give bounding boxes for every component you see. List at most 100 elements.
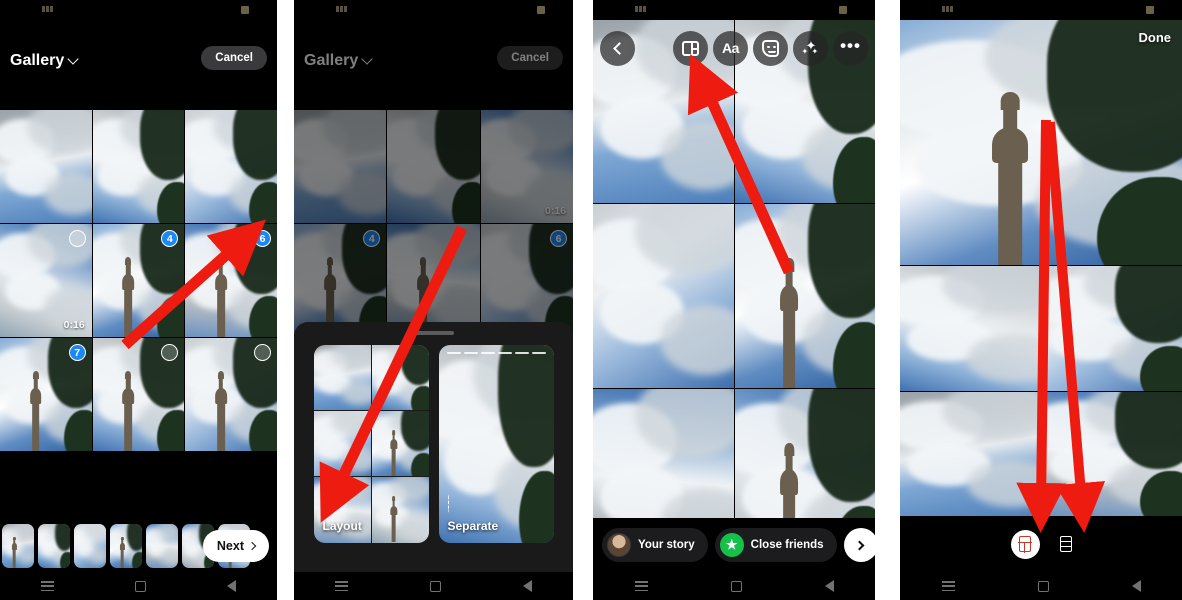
gallery-thumbnail[interactable] bbox=[0, 110, 92, 223]
screenshot-strip: Gallery Cancel 0:16 4 6 7 Next Layout Se… bbox=[0, 0, 1182, 600]
filmstrip-thumb[interactable] bbox=[110, 524, 142, 568]
android-nav-bar bbox=[294, 572, 573, 600]
collage-grid[interactable] bbox=[593, 20, 875, 572]
recents-icon[interactable] bbox=[634, 581, 648, 591]
gallery-thumbnail[interactable]: 4 bbox=[92, 224, 185, 337]
back-button[interactable] bbox=[600, 30, 635, 66]
status-right-icons bbox=[1146, 6, 1154, 14]
gallery-thumbnail[interactable] bbox=[185, 338, 277, 451]
story-share-footer: Your story ★ Close friends bbox=[593, 518, 875, 572]
collage-tile[interactable] bbox=[734, 204, 875, 388]
minaret-shape bbox=[387, 429, 400, 477]
text-button[interactable]: Aa bbox=[713, 30, 748, 66]
recents-icon[interactable] bbox=[335, 581, 348, 591]
done-button[interactable]: Done bbox=[1139, 30, 1172, 45]
minaret-shape bbox=[387, 495, 400, 543]
picker-header: Gallery Cancel bbox=[0, 20, 277, 78]
status-bar bbox=[900, 0, 1182, 20]
foliage-shape bbox=[60, 552, 70, 568]
preview-tile bbox=[371, 477, 429, 543]
panel-story-editor: Aa ✦ ✦ ✦ ••• Your story ★ Close friends bbox=[593, 0, 875, 600]
thumbnail-image bbox=[185, 110, 277, 223]
minaret-shape bbox=[118, 370, 138, 451]
sticker-icon bbox=[762, 39, 779, 57]
home-icon[interactable] bbox=[430, 580, 441, 592]
foliage-shape bbox=[132, 552, 142, 568]
video-duration: 0:16 bbox=[63, 319, 85, 331]
minaret-shape bbox=[26, 370, 46, 451]
home-icon[interactable] bbox=[730, 580, 742, 592]
hero-photo[interactable] bbox=[900, 20, 1182, 265]
recents-icon[interactable] bbox=[40, 581, 54, 591]
gallery-label: Gallery bbox=[10, 52, 65, 69]
more-button[interactable]: ••• bbox=[833, 30, 868, 66]
next-label: Next bbox=[216, 539, 244, 553]
back-icon[interactable] bbox=[523, 580, 532, 592]
gallery-thumbnail[interactable]: 0:16 bbox=[0, 224, 92, 337]
minaret-shape bbox=[119, 536, 126, 568]
layout-button[interactable] bbox=[673, 30, 708, 66]
send-button[interactable] bbox=[843, 528, 875, 562]
close-friends-button[interactable]: ★ Close friends bbox=[714, 528, 837, 562]
cloud-shape bbox=[17, 548, 34, 565]
selection-badge-empty[interactable] bbox=[68, 230, 86, 247]
home-icon[interactable] bbox=[1037, 580, 1049, 592]
collage-tile[interactable] bbox=[900, 391, 1041, 516]
gallery-dropdown[interactable]: Gallery bbox=[10, 52, 79, 70]
collage-tile[interactable] bbox=[593, 204, 734, 388]
filmstrip-thumb[interactable] bbox=[2, 524, 34, 568]
separate-option-card[interactable]: Separate bbox=[438, 344, 554, 543]
back-icon[interactable] bbox=[1131, 580, 1141, 592]
android-nav-bar bbox=[593, 572, 875, 600]
status-bar bbox=[294, 0, 573, 20]
panel-gallery-picker: Gallery Cancel 0:16 4 6 7 Next bbox=[0, 0, 277, 600]
layout-option-card[interactable]: Layout bbox=[313, 344, 429, 543]
status-left-icons bbox=[42, 6, 53, 12]
status-left-icons bbox=[942, 6, 953, 12]
filmstrip-thumb[interactable] bbox=[74, 524, 106, 568]
gallery-thumbnail[interactable]: 6 bbox=[185, 224, 277, 337]
separate-segments-icon bbox=[447, 493, 450, 513]
preview-tile bbox=[313, 344, 371, 410]
back-icon[interactable] bbox=[824, 580, 834, 592]
filmstrip-thumb[interactable] bbox=[38, 524, 70, 568]
cloud-shape bbox=[43, 172, 92, 216]
gallery-thumbnail[interactable]: 7 bbox=[0, 338, 92, 451]
minaret-shape bbox=[11, 536, 18, 568]
gallery-thumbnail[interactable] bbox=[92, 110, 185, 223]
option-label: Separate bbox=[447, 518, 499, 533]
status-left-icons bbox=[635, 6, 646, 12]
selection-badge-empty[interactable] bbox=[253, 344, 271, 361]
back-icon[interactable] bbox=[227, 580, 237, 592]
text-aa-icon: Aa bbox=[722, 40, 739, 56]
next-button[interactable]: Next bbox=[202, 530, 269, 562]
cloud-shape bbox=[161, 548, 178, 565]
story-canvas bbox=[593, 20, 875, 572]
grid-layout-icon bbox=[1018, 536, 1032, 553]
gallery-thumbnail[interactable] bbox=[185, 110, 277, 223]
effects-button[interactable]: ✦ ✦ ✦ bbox=[793, 30, 828, 66]
collage-tile[interactable] bbox=[900, 266, 1041, 391]
preview-tile bbox=[371, 410, 429, 477]
status-right-icons bbox=[241, 6, 249, 14]
recents-icon[interactable] bbox=[941, 581, 955, 591]
chevron-right-icon bbox=[247, 541, 257, 551]
collage-grid[interactable] bbox=[900, 266, 1182, 516]
your-story-button[interactable]: Your story bbox=[602, 528, 708, 562]
sticker-button[interactable] bbox=[753, 30, 788, 66]
rows-layout-option[interactable] bbox=[1059, 536, 1072, 552]
filmstrip-thumb[interactable] bbox=[146, 524, 178, 568]
status-left-icons bbox=[336, 6, 347, 12]
sheet-option-cards: Layout Separate bbox=[304, 344, 563, 543]
selection-badge[interactable]: 6 bbox=[253, 230, 271, 247]
grid-layout-option[interactable] bbox=[1010, 529, 1040, 559]
sheet-drag-handle[interactable] bbox=[413, 331, 454, 335]
collage-tile[interactable] bbox=[1041, 391, 1182, 516]
minaret-shape bbox=[979, 89, 1041, 265]
cancel-button[interactable]: Cancel bbox=[201, 46, 267, 70]
collage-tile[interactable] bbox=[1041, 266, 1182, 391]
android-nav-bar bbox=[0, 572, 277, 600]
gallery-thumbnail[interactable] bbox=[92, 338, 185, 451]
home-icon[interactable] bbox=[134, 580, 146, 592]
selection-badge[interactable]: 7 bbox=[68, 344, 86, 361]
